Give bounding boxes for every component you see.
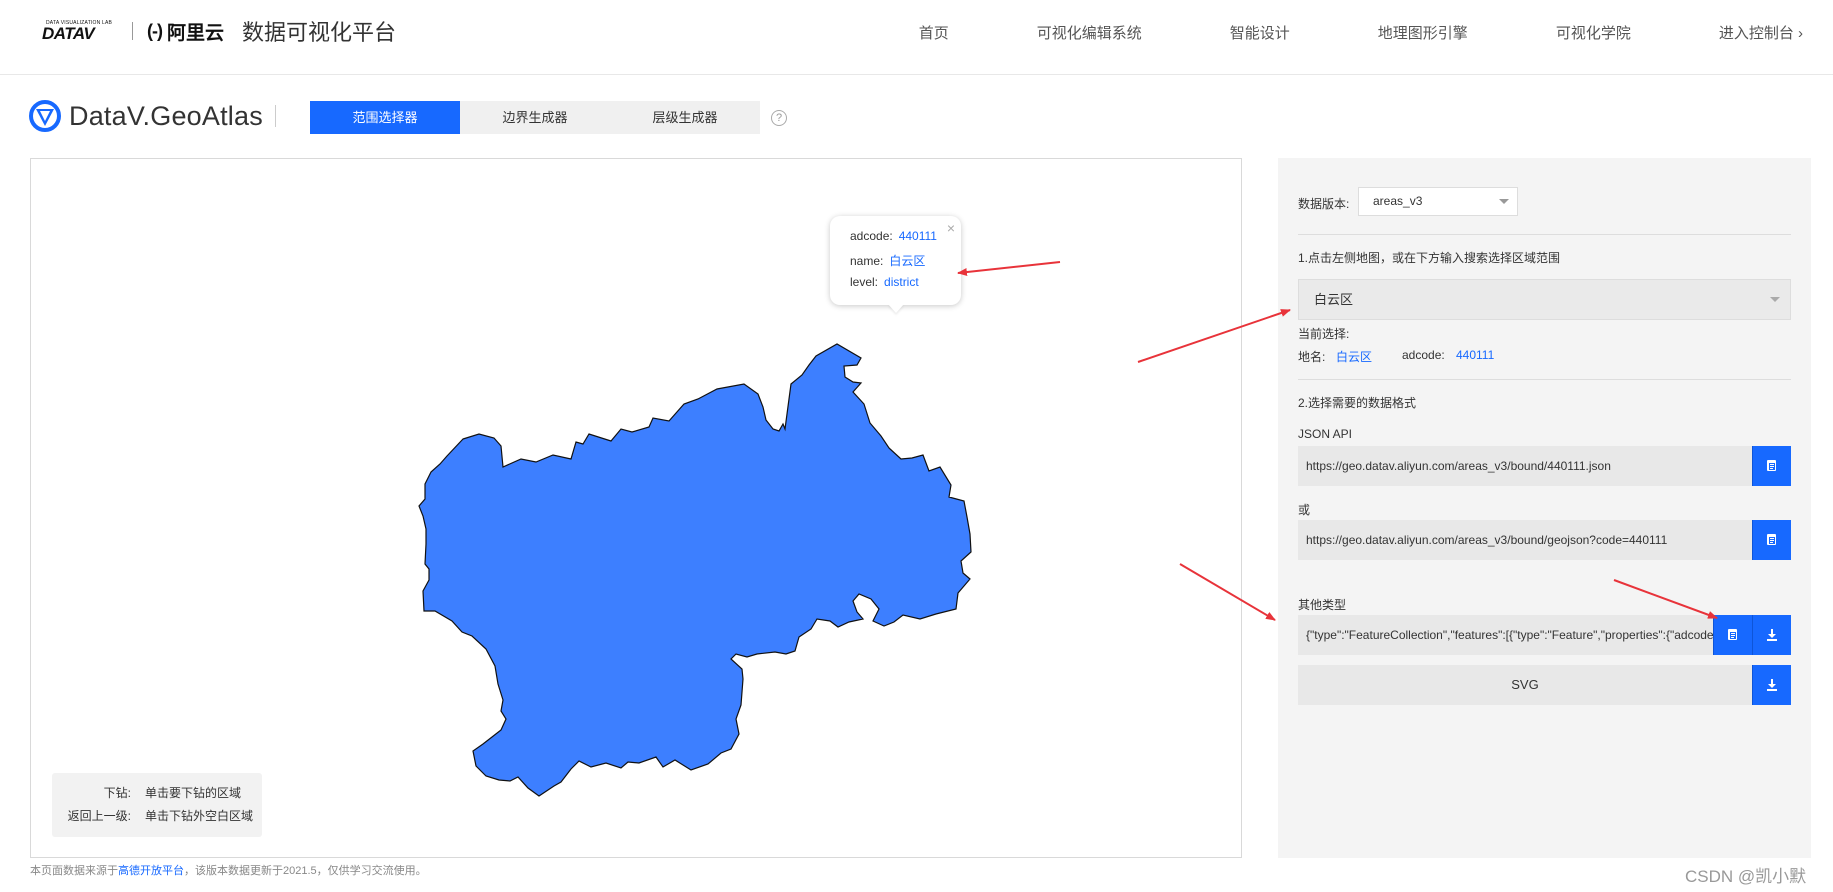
chevron-down-icon [1770,297,1780,302]
json-api-label: JSON API [1298,427,1353,441]
amap-link[interactable]: 高德开放平台 [118,865,184,877]
copy-geojson-button[interactable] [1752,520,1791,560]
popup-adcode-value: 440111 [898,229,937,243]
place-name-label: 地名: [1298,350,1326,364]
download-icon [1767,629,1777,641]
divider [1298,379,1791,380]
data-panel: 数据版本: areas_v3 1.点击左侧地图，或在下方输入搜索选择区域范围 白… [1278,158,1811,858]
geojson-text-field[interactable]: {"type":"FeatureCollection","features":[… [1298,615,1713,655]
top-nav: 首页 可视化编辑系统 智能设计 地理图形引擎 可视化学院 进入控制台 › [831,22,1803,43]
brand-divider [132,22,133,40]
legend-row-drilldown: 下钻: 单击要下钻的区域 [52,784,262,807]
json-api-row: https://geo.datav.aliyun.com/areas_v3/bo… [1298,446,1791,486]
region-info-popup: adcode: 440111 name: 白云区 level: district × [830,216,961,313]
legend-key: 返回上一级: [67,809,131,823]
tool-tabs: 范围选择器 边界生成器 层级生成器 [310,101,760,134]
data-version-value: areas_v3 [1373,194,1423,208]
district-region[interactable] [418,343,972,797]
logo-divider [274,105,276,127]
map-panel[interactable]: adcode: 440111 name: 白云区 level: district × … [30,158,1242,858]
map-legend: 下钻: 单击要下钻的区域 返回上一级: 单击下钻外空白区域 [52,773,262,837]
nav-visual-editor[interactable]: 可视化编辑系统 [1037,22,1142,43]
download-geojson-button[interactable] [1752,615,1791,655]
svg-row: SVG [1298,665,1791,705]
top-header: DATA VISUALIZATION LAB DATAV (-) 阿里云 数据可… [0,0,1833,75]
tab-range-selector[interactable]: 范围选择器 [310,101,460,134]
adcode-label: adcode: [1402,348,1445,362]
download-icon [1767,679,1777,691]
copy-icon [1767,460,1776,471]
datav-logo-text: DATAV [42,24,95,43]
step2-instruction: 2.选择需要的数据格式 [1298,396,1417,410]
geojson-url-field[interactable]: https://geo.datav.aliyun.com/areas_v3/bo… [1298,520,1752,560]
nav-academy[interactable]: 可视化学院 [1556,22,1631,43]
legend-value: 单击要下钻的区域 [145,786,242,800]
popup-pointer [888,304,904,313]
popup-level-value: district [884,275,919,289]
nav-smart-design[interactable]: 智能设计 [1230,22,1290,43]
csdn-watermark: CSDN @凯小默 [1685,867,1807,886]
place-name-value[interactable]: 白云区 [1336,348,1372,365]
nav-home[interactable]: 首页 [919,22,949,43]
popup-name-row: name: 白云区 [850,252,961,275]
legend-key: 下钻: [103,786,131,800]
brand[interactable]: DATA VISUALIZATION LAB DATAV (-) 阿里云 数据可… [42,16,396,46]
product-name: DataV.GeoAtlas [69,100,263,131]
aliyun-logo-text: 阿里云 [166,22,224,44]
download-svg-button[interactable] [1752,665,1791,705]
current-selection-label: 当前选择: [1298,327,1350,341]
platform-title: 数据可视化平台 [242,20,397,45]
popup-name-label: name: [850,254,884,268]
aliyun-logo[interactable]: (-) 阿里云 [147,18,224,45]
data-source-note: 本页面数据来源于高德开放平台，该版本数据更新于2021.5，仅供学习交流使用。 [30,862,427,878]
geoatlas-logo[interactable]: DataV.GeoAtlas [29,100,276,132]
footnote-prefix: 本页面数据来源于 [30,865,118,877]
data-version-label: 数据版本: [1298,197,1350,211]
popup-level-label: level: [850,275,879,289]
datav-logo[interactable]: DATA VISUALIZATION LAB DATAV [42,20,118,43]
geojson-row: https://geo.datav.aliyun.com/areas_v3/bo… [1298,520,1791,560]
nav-console[interactable]: 进入控制台 › [1719,22,1803,43]
chevron-down-icon [1499,199,1509,204]
map-canvas[interactable] [31,159,1242,858]
tab-level-generator[interactable]: 层级生成器 [610,101,760,134]
region-select-value: 白云区 [1314,292,1354,307]
data-version-select[interactable]: areas_v3 [1358,187,1518,216]
adcode-value[interactable]: 440111 [1456,348,1494,362]
popup-adcode-label: adcode: [850,229,893,243]
geoatlas-logo-icon [29,100,61,132]
aliyun-mark-icon: (-) [147,20,163,41]
or-label: 或 [1298,503,1311,517]
svg-label: SVG [1298,665,1752,705]
json-api-url-field[interactable]: https://geo.datav.aliyun.com/areas_v3/bo… [1298,446,1752,486]
step1-instruction: 1.点击左侧地图，或在下方输入搜索选择区域范围 [1298,251,1561,265]
other-types-label: 其他类型 [1298,598,1347,612]
copy-icon [1767,534,1776,545]
copy-geojson-text-button[interactable] [1713,615,1752,655]
close-icon[interactable]: × [947,220,955,236]
popup-level-row: level: district [850,275,961,298]
tab-boundary-generator[interactable]: 边界生成器 [460,101,610,134]
legend-value: 单击下钻外空白区域 [145,809,254,823]
region-search-select[interactable]: 白云区 [1298,279,1791,320]
legend-row-back: 返回上一级: 单击下钻外空白区域 [52,807,262,830]
copy-icon [1728,629,1737,640]
copy-json-api-button[interactable] [1752,446,1791,486]
nav-geo-engine[interactable]: 地理图形引擎 [1378,22,1468,43]
popup-name-value: 白云区 [889,254,926,268]
footnote-suffix: ，该版本数据更新于2021.5，仅供学习交流使用。 [184,865,427,877]
popup-adcode-row: adcode: 440111 [850,229,961,252]
divider [1298,234,1791,235]
other-types-row: {"type":"FeatureCollection","features":[… [1298,615,1791,655]
help-icon[interactable]: ? [771,110,787,126]
